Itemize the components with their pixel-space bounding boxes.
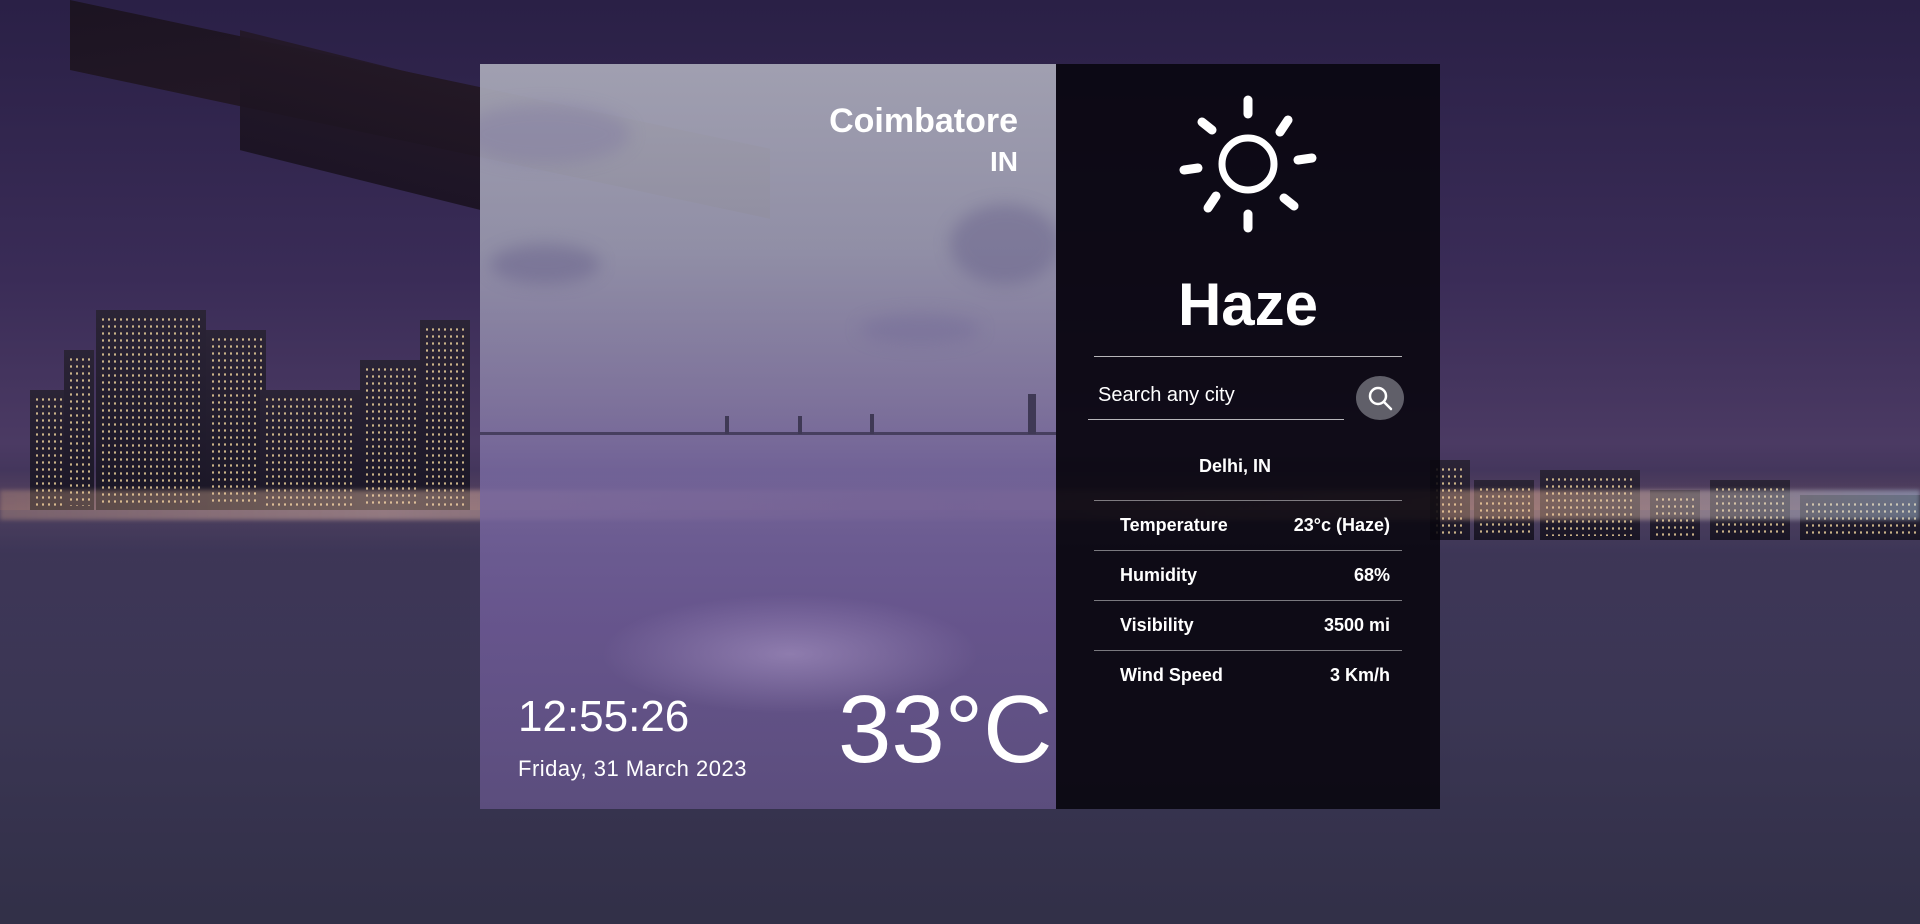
bridge-pier	[240, 30, 480, 210]
skyline-left	[30, 290, 490, 510]
sun-icon	[1179, 95, 1317, 233]
forecast-panel: Haze Delhi, IN Temperature 23°c (Haze) H…	[1056, 64, 1440, 809]
search-icon	[1368, 386, 1393, 411]
sea-horizon	[480, 432, 1056, 435]
weather-stats: Temperature 23°c (Haze) Humidity 68% Vis…	[1094, 500, 1402, 700]
divider	[1094, 356, 1402, 357]
search-button[interactable]	[1356, 376, 1404, 420]
skyline-right	[1430, 410, 1920, 540]
stat-row-humidity: Humidity 68%	[1094, 550, 1402, 600]
stat-value: 3500 mi	[1323, 615, 1390, 635]
country-code: IN	[990, 146, 1018, 177]
stat-row-visibility: Visibility 3500 mi	[1094, 600, 1402, 650]
stat-row-temperature: Temperature 23°c (Haze)	[1094, 500, 1402, 550]
searched-city: Delhi, IN	[1056, 456, 1440, 477]
location-panel: Coimbatore IN 12:55:26 Friday, 31 March …	[480, 64, 1056, 809]
current-time: 12:55:26	[518, 692, 690, 741]
city-search-input[interactable]	[1088, 372, 1344, 420]
stat-value: 68%	[1353, 565, 1390, 585]
search-bar	[1088, 372, 1404, 422]
stat-label: Humidity	[1120, 565, 1198, 585]
stat-value: 3 Km/h	[1329, 665, 1390, 685]
weather-condition: Haze	[1177, 271, 1319, 338]
searched-city-label: Delhi, IN	[1198, 456, 1271, 476]
stat-label: Wind Speed	[1120, 665, 1223, 685]
current-temperature: 33°C	[838, 676, 1053, 783]
city-name: Coimbatore	[829, 102, 1018, 140]
current-date: Friday, 31 March 2023	[518, 756, 747, 781]
stat-value: 23°c (Haze)	[1293, 515, 1390, 535]
weather-card: Coimbatore IN 12:55:26 Friday, 31 March …	[480, 64, 1440, 809]
stat-row-wind-speed: Wind Speed 3 Km/h	[1094, 650, 1402, 700]
stat-label: Temperature	[1120, 515, 1228, 535]
stat-label: Visibility	[1120, 615, 1194, 635]
